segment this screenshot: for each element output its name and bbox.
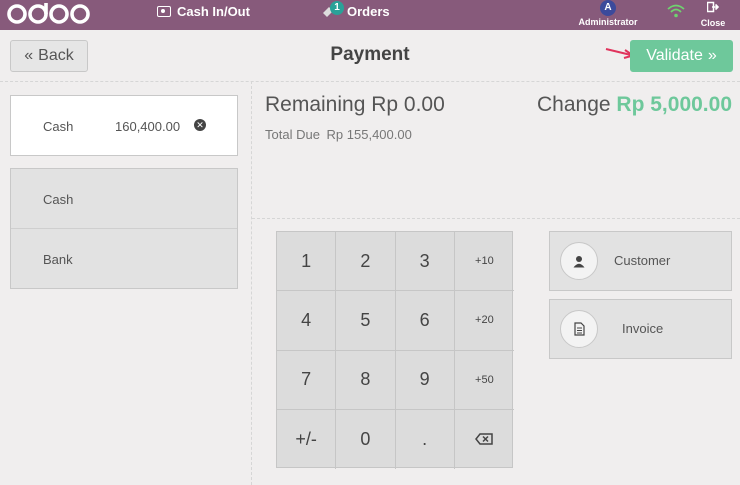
numpad-key-8[interactable]: 8 bbox=[336, 350, 396, 410]
wifi-icon bbox=[667, 4, 685, 18]
remaining-value: Rp 0.00 bbox=[371, 93, 445, 116]
payment-methods: Cash Bank bbox=[10, 168, 238, 289]
double-chevron-right-icon: » bbox=[707, 47, 717, 64]
paymentline-method: Cash bbox=[43, 119, 74, 134]
orders-button[interactable]: 1 Orders bbox=[321, 0, 390, 19]
numpad-key-4[interactable]: 4 bbox=[277, 291, 337, 351]
numpad-key-6[interactable]: 6 bbox=[395, 291, 455, 351]
remove-paymentline-icon[interactable]: ✕ bbox=[194, 119, 206, 131]
paymentline-amount: 160,400.00 bbox=[115, 119, 181, 134]
odoo-logo bbox=[6, 1, 94, 34]
numpad-key-9[interactable]: 9 bbox=[395, 350, 455, 410]
payment-method-label: Bank bbox=[43, 252, 73, 267]
orders-label: Orders bbox=[347, 4, 390, 19]
total-due: Total Due Rp 155,400.00 bbox=[265, 127, 412, 142]
paymentline-selected[interactable]: Cash 160,400.00 ✕ bbox=[10, 95, 238, 156]
payment-method-cash[interactable]: Cash bbox=[11, 169, 237, 229]
close-label: Close bbox=[700, 18, 726, 28]
numpad-key-2[interactable]: 2 bbox=[336, 232, 396, 292]
orders-count-badge: 1 bbox=[330, 0, 344, 15]
remaining-label: Remaining bbox=[265, 93, 366, 116]
numpad-key-1[interactable]: 1 bbox=[277, 232, 337, 292]
payment-method-bank[interactable]: Bank bbox=[11, 229, 237, 289]
customer-button[interactable]: Customer bbox=[549, 231, 732, 291]
cash-in-out-label: Cash In/Out bbox=[177, 4, 250, 19]
user-name: Administrator bbox=[578, 17, 638, 27]
cash-in-out-button[interactable]: Cash In/Out bbox=[157, 4, 250, 19]
numpad-key-sign[interactable]: +/- bbox=[277, 409, 337, 469]
backspace-icon bbox=[475, 433, 494, 446]
numpad-key-backspace[interactable] bbox=[455, 410, 514, 469]
change-amount: Change Rp 5,000.00 bbox=[537, 93, 732, 117]
total-due-label: Total Due bbox=[265, 127, 320, 142]
customer-label: Customer bbox=[614, 253, 671, 268]
change-label: Change bbox=[537, 93, 611, 116]
numpad-key-7[interactable]: 7 bbox=[277, 350, 337, 410]
numpad-key-dot[interactable]: . bbox=[396, 409, 455, 469]
payment-method-label: Cash bbox=[43, 192, 74, 207]
sign-out-icon bbox=[706, 1, 720, 13]
total-due-value: Rp 155,400.00 bbox=[326, 127, 412, 142]
validate-label: Validate bbox=[646, 47, 703, 64]
remaining-amount: Remaining Rp 0.00 bbox=[265, 93, 445, 117]
document-icon bbox=[560, 310, 598, 348]
numpad-key-plus-20[interactable]: +20 bbox=[454, 291, 514, 351]
numpad-key-plus-10[interactable]: +10 bbox=[454, 232, 514, 292]
money-icon bbox=[157, 6, 171, 17]
invoice-label: Invoice bbox=[622, 321, 664, 336]
numpad-key-5[interactable]: 5 bbox=[336, 291, 396, 351]
validate-button[interactable]: Validate » bbox=[630, 40, 733, 72]
change-value: Rp 5,000.00 bbox=[616, 93, 732, 116]
numpad: 1 2 3 +10 4 5 6 +20 7 8 9 +50 +/- 0 . bbox=[276, 231, 514, 469]
user-icon bbox=[560, 242, 598, 280]
numpad-key-plus-50[interactable]: +50 bbox=[454, 351, 514, 410]
user-menu[interactable]: A Administrator bbox=[577, 0, 639, 27]
avatar: A bbox=[600, 0, 616, 16]
invoice-button[interactable]: Invoice bbox=[549, 299, 732, 359]
numpad-key-3[interactable]: 3 bbox=[395, 232, 455, 292]
close-button[interactable]: Close bbox=[700, 0, 726, 28]
divider bbox=[252, 218, 740, 219]
top-bar: Cash In/Out 1 Orders A Administrator Clo… bbox=[0, 0, 740, 30]
numpad-key-0[interactable]: 0 bbox=[336, 409, 396, 469]
ticket-icon: 1 bbox=[321, 0, 344, 19]
divider bbox=[251, 81, 252, 485]
divider bbox=[0, 81, 740, 82]
